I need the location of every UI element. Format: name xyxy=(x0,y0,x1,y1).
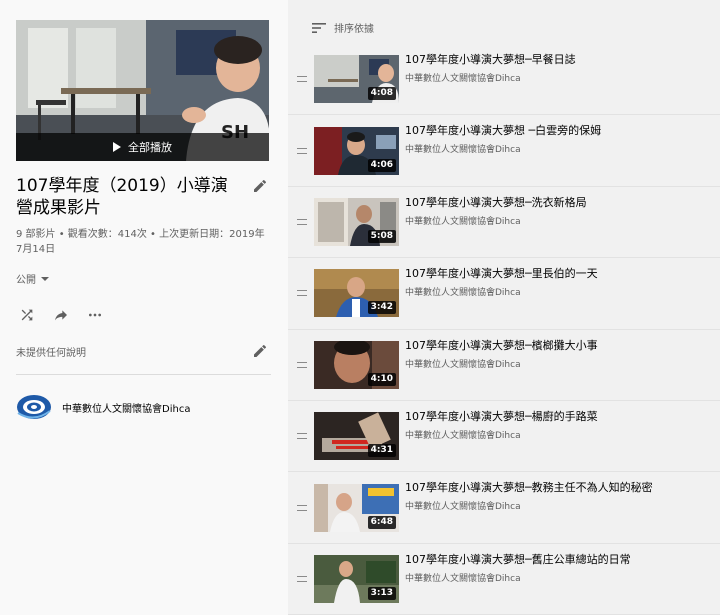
edit-description-button[interactable] xyxy=(249,340,271,362)
playlist-video-item[interactable]: 5:08 107學年度小導演大夢想─洗衣新格局 中華數位人文關懷協會Dihca xyxy=(288,187,720,259)
playlist-video-item[interactable]: 4:06 107學年度小導演大夢想 ─白雲旁的保姆 中華數位人文關懷協會Dihc… xyxy=(288,115,720,187)
video-duration: 4:08 xyxy=(367,87,396,101)
caret-down-icon xyxy=(41,276,49,281)
video-channel[interactable]: 中華數位人文關懷協會Dihca xyxy=(405,214,587,227)
drag-handle-icon[interactable] xyxy=(288,504,314,511)
video-title[interactable]: 107學年度小導演大夢想─楊廚的手路菜 xyxy=(405,410,598,424)
video-thumbnail[interactable]: 4:06 xyxy=(314,126,399,175)
shuffle-button[interactable] xyxy=(16,304,38,326)
video-thumbnail[interactable]: 5:08 xyxy=(314,197,399,246)
share-icon xyxy=(55,310,67,321)
playlist-video-item[interactable]: 4:31 107學年度小導演大夢想─楊廚的手路菜 中華數位人文關懷協會Dihca xyxy=(288,401,720,473)
video-duration: 5:08 xyxy=(367,229,396,243)
video-duration: 4:10 xyxy=(367,372,396,386)
more-horizontal-icon xyxy=(89,313,101,317)
channel-avatar[interactable] xyxy=(16,393,52,421)
pencil-icon xyxy=(254,179,267,192)
playlist-stats: 9 部影片 • 觀看次數：414次 • 上次更新日期：2019年7月14日 xyxy=(16,229,265,255)
edit-title-button[interactable] xyxy=(249,175,271,197)
video-duration: 6:48 xyxy=(367,515,396,529)
video-duration: 4:31 xyxy=(367,444,396,458)
video-channel[interactable]: 中華數位人文關懷協會Dihca xyxy=(405,571,631,584)
video-thumbnail[interactable]: 3:13 xyxy=(314,554,399,603)
video-title[interactable]: 107學年度小導演大夢想─舊庄公車總站的日常 xyxy=(405,553,631,567)
share-button[interactable] xyxy=(50,304,72,326)
drag-handle-icon[interactable] xyxy=(288,433,314,440)
sort-button[interactable]: 排序依據 xyxy=(312,20,374,35)
sort-label: 排序依據 xyxy=(334,24,374,35)
video-channel[interactable]: 中華數位人文關懷協會Dihca xyxy=(405,71,576,84)
playlist-video-item[interactable]: 3:42 107學年度小導演大夢想─里長伯的一天 中華數位人文關懷協會Dihca xyxy=(288,258,720,330)
video-title[interactable]: 107學年度小導演大夢想─檳榔攤大小事 xyxy=(405,339,598,353)
video-thumbnail[interactable]: 4:31 xyxy=(314,412,399,461)
video-title[interactable]: 107學年度小導演大夢想 ─白雲旁的保姆 xyxy=(405,124,601,138)
video-channel[interactable]: 中華數位人文關懷協會Dihca xyxy=(405,499,653,512)
playlist-thumbnail[interactable]: SH 全部播放 xyxy=(16,20,269,161)
playlist-video-item[interactable]: 3:13 107學年度小導演大夢想─舊庄公車總站的日常 中華數位人文關懷協會Di… xyxy=(288,544,720,615)
playlist-video-item[interactable]: 4:08 107學年度小導演大夢想─早餐日誌 中華數位人文關懷協會Dihca xyxy=(288,44,720,116)
playlist-title: 107學年度（2019）小導演營成果影片 xyxy=(16,176,228,218)
playlist-video-item[interactable]: 4:10 107學年度小導演大夢想─檳榔攤大小事 中華數位人文關懷協會Dihca xyxy=(288,330,720,401)
sort-icon xyxy=(312,22,326,33)
play-icon xyxy=(113,142,121,152)
video-thumbnail[interactable]: 4:08 xyxy=(314,55,399,104)
video-channel[interactable]: 中華數位人文關懷協會Dihca xyxy=(405,428,598,441)
video-channel[interactable]: 中華數位人文關懷協會Dihca xyxy=(405,285,598,298)
playlist-owner[interactable]: 中華數位人文關懷協會Dihca xyxy=(16,393,271,421)
playlist-sidebar: SH 全部播放 107學年度（2019）小導演營成果影片 9 部影片 • 觀看次… xyxy=(0,0,287,615)
drag-handle-icon[interactable] xyxy=(288,575,314,582)
video-duration: 4:06 xyxy=(367,158,396,172)
video-duration: 3:42 xyxy=(367,301,396,315)
playlist-video-list: 排序依據 4:08 107學年度小導演大夢想─早餐日誌 中華數位人文關懷協會Di… xyxy=(288,0,720,615)
playlist-video-item[interactable]: 6:48 107學年度小導演大夢想─教務主任不為人知的秘密 中華數位人文關懷協會… xyxy=(288,472,720,544)
drag-handle-icon[interactable] xyxy=(288,361,314,368)
video-thumbnail[interactable]: 3:42 xyxy=(314,269,399,318)
video-title[interactable]: 107學年度小導演大夢想─早餐日誌 xyxy=(405,53,576,67)
privacy-dropdown[interactable]: 公開 xyxy=(16,271,271,286)
video-thumbnail[interactable]: 4:10 xyxy=(314,340,399,389)
video-duration: 3:13 xyxy=(367,586,396,600)
drag-handle-icon[interactable] xyxy=(288,76,314,83)
video-channel[interactable]: 中華數位人文關懷協會Dihca xyxy=(405,142,601,155)
drag-handle-icon[interactable] xyxy=(288,147,314,154)
video-title[interactable]: 107學年度小導演大夢想─里長伯的一天 xyxy=(405,267,598,281)
shuffle-icon xyxy=(21,309,33,321)
playlist-description: 未提供任何說明 xyxy=(16,347,86,359)
video-channel[interactable]: 中華數位人文關懷協會Dihca xyxy=(405,357,598,370)
video-thumbnail[interactable]: 6:48 xyxy=(314,483,399,532)
play-all-button[interactable]: 全部播放 xyxy=(16,133,269,161)
play-all-label: 全部播放 xyxy=(128,141,172,154)
video-title[interactable]: 107學年度小導演大夢想─洗衣新格局 xyxy=(405,196,587,210)
drag-handle-icon[interactable] xyxy=(288,290,314,297)
owner-name[interactable]: 中華數位人文關懷協會Dihca xyxy=(62,400,190,415)
sidebar-divider xyxy=(16,374,271,375)
privacy-label: 公開 xyxy=(16,275,36,286)
pencil-icon xyxy=(254,344,267,357)
drag-handle-icon[interactable] xyxy=(288,218,314,225)
more-options-button[interactable] xyxy=(84,304,106,326)
video-title[interactable]: 107學年度小導演大夢想─教務主任不為人知的秘密 xyxy=(405,481,653,495)
